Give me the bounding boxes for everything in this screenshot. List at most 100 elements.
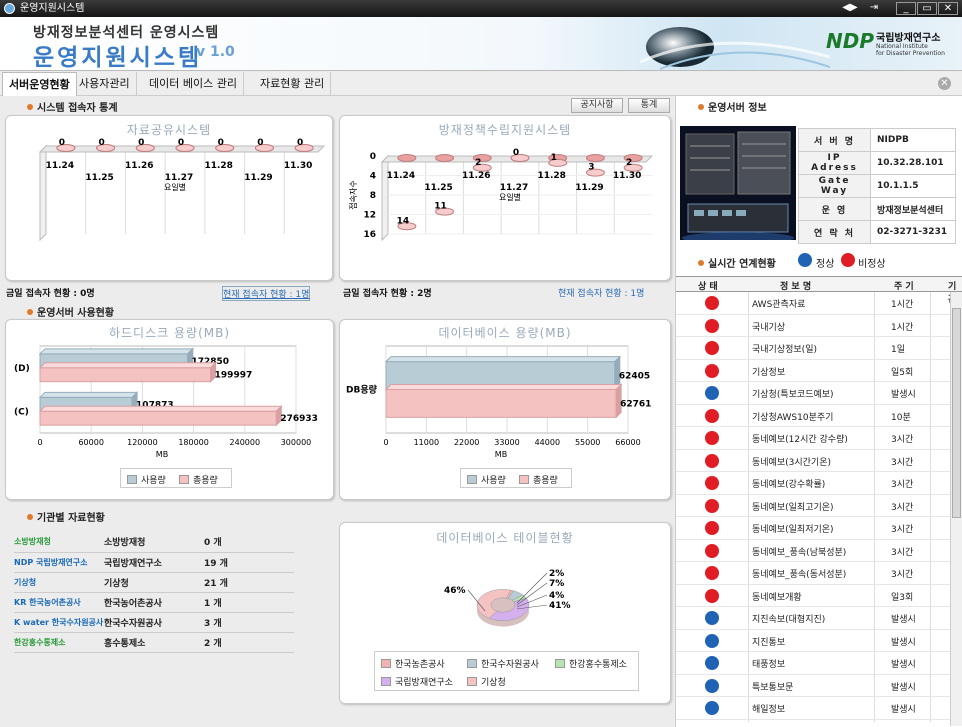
info-cycle: 3시간 xyxy=(891,435,914,445)
realtime-row[interactable]: 동네예보개황 일3회 xyxy=(676,585,962,607)
hdd-legend: 사용량 총용량 xyxy=(120,468,232,488)
legend-label: 한국농촌공사 xyxy=(395,660,445,670)
realtime-row[interactable]: 태풍정보 발생시 xyxy=(676,652,962,675)
realtime-row[interactable]: 동네예보_풍속(동서성분) 3시간 xyxy=(676,562,962,585)
realtime-row[interactable]: 특보통보문 발생시 xyxy=(676,675,962,697)
institute-logo: NDP 국립방재연구소 National Institute for Disas… xyxy=(826,27,956,61)
left-current-link[interactable]: 현재 접속자 현황 : 1명 xyxy=(222,286,311,301)
realtime-row[interactable]: 동네예보(일최고기온) 3시간 xyxy=(676,495,962,517)
legend-label: 기상청 xyxy=(481,678,506,688)
realtime-row[interactable]: 지진속보(대형지진) 발생시 xyxy=(676,607,962,630)
col-status: 상 태 xyxy=(698,282,718,292)
status-indicator-icon xyxy=(705,476,719,490)
usage-section-label: 운영서버 사용현황 xyxy=(37,308,115,319)
exit-icon[interactable]: ⇥ xyxy=(866,2,882,15)
notice-button[interactable]: 공지사항 xyxy=(571,98,623,113)
info-cycle: 1시간 xyxy=(891,300,914,310)
realtime-scrollbar[interactable] xyxy=(950,292,962,726)
org-row[interactable]: NDP 국립방재연구소 국립방재연구소 19 개 xyxy=(14,552,294,573)
right-current-link[interactable]: 현재 접속자 현황 : 1명 xyxy=(558,286,644,299)
bullet-icon xyxy=(27,309,33,315)
org-logo: 소방방재청 xyxy=(14,537,51,547)
bar-top xyxy=(38,391,139,398)
x-tick-label: 120000 xyxy=(127,438,158,447)
data-label: 3 xyxy=(588,163,594,173)
close-window-button[interactable]: ✕ xyxy=(938,2,958,15)
minimize-button[interactable]: _ xyxy=(896,2,916,15)
x-tick-label: 11.24 xyxy=(387,171,415,181)
chart-side-wall xyxy=(381,154,389,242)
bar-top xyxy=(384,384,623,390)
realtime-row[interactable]: 기상청(특보코드예보) 발생시 xyxy=(676,382,962,405)
legend-swatch xyxy=(467,659,477,668)
realtime-row[interactable]: 기상정보 일5회 xyxy=(676,360,962,382)
status-indicator-icon xyxy=(705,521,719,535)
abnormal-label: 비정상 xyxy=(858,259,886,270)
tab-user-management[interactable]: 사용자관리 xyxy=(73,72,137,96)
status-indicator-icon xyxy=(705,408,719,423)
x-tick-label: 11.29 xyxy=(575,183,603,193)
data-label: 199997 xyxy=(215,371,253,381)
data-label: 0 xyxy=(59,138,65,148)
status-indicator-icon xyxy=(705,341,719,355)
info-cycle: 발생시 xyxy=(891,615,916,625)
x-tick-label: 22000 xyxy=(454,438,479,447)
data-label: 2 xyxy=(475,158,481,168)
org-row[interactable]: KR 한국농어촌공사 한국농어촌공사 1 개 xyxy=(14,592,294,613)
server-info-row: 연 락 처 02-3271-3231 xyxy=(798,220,956,244)
realtime-row[interactable]: 국내기상정보(일) 1일 xyxy=(676,337,962,360)
data-label: 0 xyxy=(98,138,104,148)
nav-arrows-icon[interactable]: ◀▶ xyxy=(842,2,858,15)
org-row[interactable]: 한강홍수통제소 홍수통제소 2 개 xyxy=(14,632,294,653)
realtime-row[interactable]: 해일정보 발생시 xyxy=(676,697,962,720)
x-tick-label: 11.28 xyxy=(204,161,232,171)
realtime-row[interactable]: 동네예보(일최저기온) 3시간 xyxy=(676,517,962,540)
bar xyxy=(39,410,277,426)
legend-swatch xyxy=(467,475,477,484)
realtime-row[interactable]: 지진통보 발생시 xyxy=(676,630,962,652)
legend-swatch xyxy=(381,677,391,686)
realtime-row[interactable]: 기상청AWS10분주기 10분 xyxy=(676,405,962,427)
category-label: DB용량 xyxy=(346,384,378,396)
logo-mark: NDP xyxy=(826,29,874,53)
stats-button[interactable]: 통계 xyxy=(628,98,670,113)
tab-database-management[interactable]: 데이터 베이스 관리 xyxy=(143,72,244,96)
info-cycle: 발생시 xyxy=(891,682,916,693)
tab-server-status[interactable]: 서버운영현황 xyxy=(2,72,77,96)
info-key: Gate Way xyxy=(798,174,871,198)
logo-org-ko: 국립방재연구소 xyxy=(876,33,941,44)
org-row[interactable]: 소방방재청 소방방재청 0 개 xyxy=(14,532,294,553)
maximize-button[interactable]: ▭ xyxy=(917,2,937,15)
org-name: 국립방재연구소 xyxy=(104,552,204,573)
bar-base xyxy=(435,154,455,162)
info-name: 동네예보_풍속(남북성분) xyxy=(752,547,847,558)
y-tick-label: 16 xyxy=(363,230,376,240)
close-tab-icon[interactable]: ✕ xyxy=(938,77,951,90)
server-info-row: IP Adress 10.32.28.101 xyxy=(798,151,956,175)
realtime-row[interactable]: 동네예보_풍속(남북성분) 3시간 xyxy=(676,540,962,562)
realtime-row[interactable]: 동네예보(강수확률) 3시간 xyxy=(676,472,962,495)
org-name: 한국수자원공사 xyxy=(104,612,204,633)
col-cycle: 주 기 xyxy=(894,282,914,292)
info-name: 국내기상정보(일) xyxy=(752,345,817,355)
share-system-panel: 자료공유시스템 0 11.24 0 11.25 0 11.26 0 11.27 0 11.28 0 1… xyxy=(5,115,333,281)
legend-swatch xyxy=(555,659,565,668)
orgs-table: 소방방재청 소방방재청 0 개 NDP 국립방재연구소 국립방재연구소 19 개 기상청 기상… xyxy=(14,532,294,653)
scrollbar-thumb[interactable] xyxy=(952,308,961,518)
info-name: 동네예보(일최고기온) xyxy=(752,502,834,513)
data-label: 0 xyxy=(138,138,144,148)
x-tick-label: 55000 xyxy=(575,438,600,447)
status-indicator-icon xyxy=(705,566,719,580)
status-indicator-icon xyxy=(705,611,719,625)
org-row[interactable]: 기상청 기상청 21 개 xyxy=(14,572,294,593)
realtime-row[interactable]: 동네예보(12시간 강수량) 3시간 xyxy=(676,427,962,450)
realtime-row[interactable]: AWS관측자료 1시간 xyxy=(676,292,962,315)
org-row[interactable]: K water 한국수자원공사 한국수자원공사 3 개 xyxy=(14,612,294,633)
app-icon xyxy=(4,3,15,14)
realtime-row[interactable]: 국내기상 1시간 xyxy=(676,315,962,337)
window-titlebar: 운영지원시스템 ◀▶ ⇥ _ ▭ ✕ xyxy=(0,0,962,17)
org-logo: K water 한국수자원공사 xyxy=(14,617,104,627)
tab-data-management[interactable]: 자료현황 관리 xyxy=(254,72,332,96)
realtime-row[interactable]: 동네예보(3시간기온) 3시간 xyxy=(676,450,962,472)
col-name: 정 보 명 xyxy=(780,282,812,292)
